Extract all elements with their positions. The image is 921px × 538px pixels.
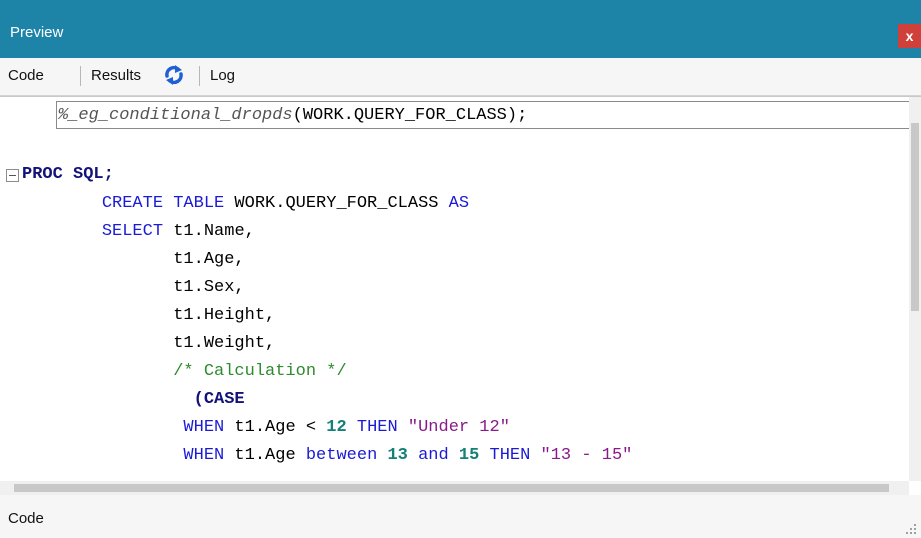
code-token: "Under 12" [407,418,510,437]
code-line-13: WHEN t1.Age between 13 and 15 THEN "13 -… [61,443,632,469]
code-token: THEN [489,446,531,465]
horizontal-scroll-thumb[interactable] [14,484,889,492]
code-token: PROC SQL; [22,165,114,184]
code-token: 12 [326,418,347,437]
code-token: t1.Age < [224,418,327,437]
toolbar-separator [199,66,200,86]
code-token: 13 [387,446,408,465]
code-line-4: CREATE TABLE WORK.QUERY_FOR_CLASS AS [61,191,469,217]
vertical-scroll-thumb[interactable] [911,123,919,311]
code-token: t1.Name, [163,222,255,241]
code-token: t1.Weight, [61,334,276,353]
code-token: t1.Height, [61,306,276,325]
code-token: between [305,446,378,465]
code-token: /* Calculation */ [173,362,347,381]
code-line-9: t1.Weight, [61,331,275,357]
code-token: %_eg_conditional_dropds [58,106,293,125]
tab-code[interactable]: Code [8,67,44,85]
code-token: t1.Age, [61,250,245,269]
tab-log[interactable]: Log [210,67,235,85]
code-line-11: (CASE [61,387,245,413]
tab-results[interactable]: Results [91,67,141,85]
code-token: CREATE TABLE [101,194,225,213]
code-token: and [418,446,449,465]
collapse-toggle[interactable] [6,169,19,182]
code-token: WHEN [183,446,225,465]
close-button[interactable]: x [898,24,921,48]
code-line-12: WHEN t1.Age < 12 THEN "Under 12" [61,415,510,441]
status-label: Code [8,510,44,527]
code-token: "13 - 15" [540,446,633,465]
code-token: (WORK.QUERY_FOR_CLASS); [292,106,528,125]
code-token: t1.Age [224,446,306,465]
code-token: AS [448,194,470,213]
code-editor[interactable]: %_eg_conditional_dropds(WORK.QUERY_FOR_C… [0,96,921,496]
code-token: 15 [458,446,480,465]
code-token: t1.Sex, [61,278,245,297]
code-line-1: %_eg_conditional_dropds(WORK.QUERY_FOR_C… [58,103,527,129]
code-line-7: t1.Sex, [61,275,245,301]
toolbar: Code Results Log [0,58,921,96]
horizontal-scrollbar[interactable] [0,481,909,495]
code-token: THEN [356,418,398,437]
code-line-10: /* Calculation */ [61,359,347,385]
status-bar: Code [0,495,921,538]
fold-margin [0,97,28,495]
title-bar: Preview x [0,0,921,58]
window-title: Preview [10,24,64,41]
code-line-5: SELECT t1.Name, [61,219,255,245]
code-line-3: PROC SQL; [22,162,114,188]
refresh-icon[interactable] [163,64,185,86]
vertical-scrollbar[interactable] [909,97,921,481]
code-line-6: t1.Age, [61,247,245,273]
code-token: SELECT [101,222,164,241]
code-token: (CASE [193,390,245,409]
resize-grip-icon[interactable] [905,523,917,535]
code-token: WORK.QUERY_FOR_CLASS [224,194,449,213]
code-token: WHEN [183,418,225,437]
toolbar-separator [80,66,81,86]
code-line-8: t1.Height, [61,303,275,329]
